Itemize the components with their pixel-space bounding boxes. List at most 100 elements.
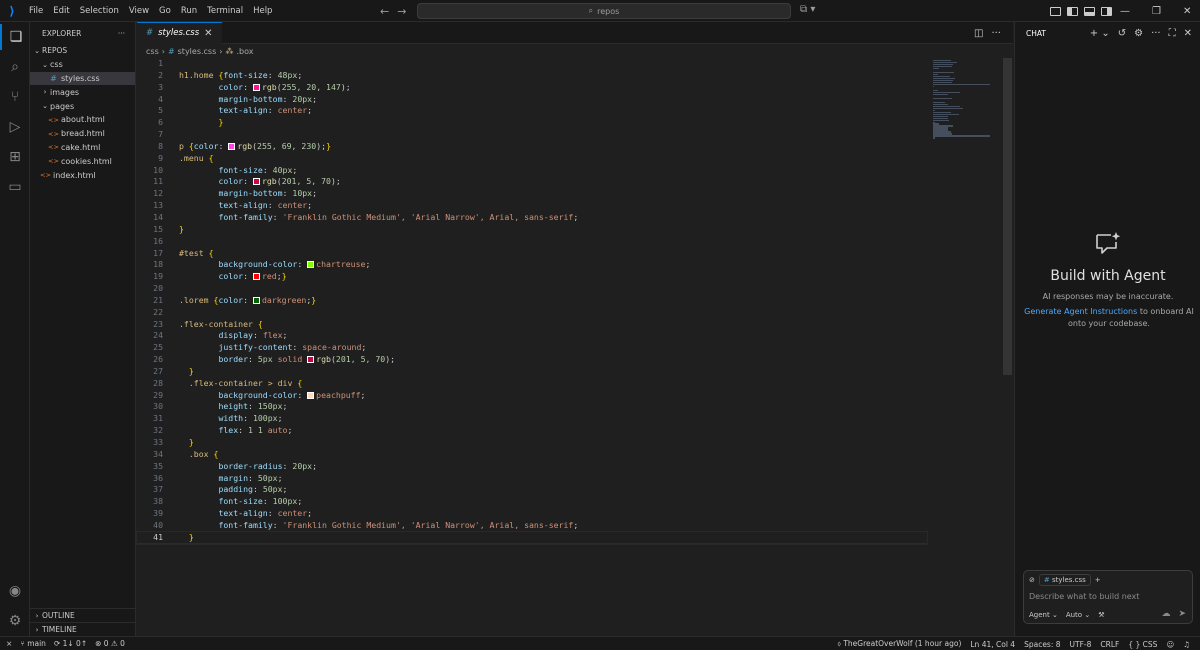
cursor-position[interactable]: Ln 41, Col 4: [970, 640, 1015, 649]
color-swatch-icon[interactable]: [252, 296, 260, 304]
chat-view-icon[interactable]: ▭: [0, 174, 30, 200]
code-line[interactable]: 39 text-align: center;: [137, 508, 927, 520]
extensions-icon[interactable]: ⊞: [0, 144, 30, 170]
close-tab-icon[interactable]: ✕: [204, 28, 212, 39]
context-file-chip[interactable]: # styles.css: [1038, 574, 1091, 586]
tree-file[interactable]: <> index.html: [30, 168, 135, 182]
copilot-menu-icon[interactable]: ⧉ ▾: [800, 4, 815, 15]
code-line[interactable]: 27 }: [137, 366, 927, 378]
code-line[interactable]: 26 border: 5px solid rgb(201, 5, 70);: [137, 354, 927, 366]
branch-item[interactable]: ⑂ main: [20, 639, 46, 648]
mode-select[interactable]: Agent ⌄: [1029, 611, 1058, 619]
outline-section[interactable]: › OUTLINE: [30, 608, 136, 622]
code-line[interactable]: 24 display: flex;: [137, 330, 927, 342]
tree-file[interactable]: <> cookies.html: [30, 154, 135, 168]
color-swatch-icon[interactable]: [307, 391, 315, 399]
tab-styles-css[interactable]: # styles.css ✕: [137, 21, 222, 44]
minimize-icon[interactable]: —: [1120, 6, 1130, 17]
maximize-icon[interactable]: ⛶: [1169, 28, 1176, 39]
command-center-search[interactable]: ⌕ repos: [417, 3, 791, 19]
back-arrow-icon[interactable]: ←: [380, 5, 389, 18]
code-line[interactable]: 25 justify-content: space-around;: [137, 342, 927, 354]
settings-icon[interactable]: ⚙: [1134, 28, 1143, 39]
code-line[interactable]: 21 .lorem {color: darkgreen;}: [137, 295, 927, 307]
code-line[interactable]: 31 width: 100px;: [137, 413, 927, 425]
remote-icon[interactable]: ⨯: [6, 639, 12, 648]
menu-terminal[interactable]: Terminal: [202, 0, 248, 22]
toggle-panel-icon[interactable]: [1084, 6, 1095, 16]
code-line[interactable]: 9 .menu {: [137, 153, 927, 165]
code-line[interactable]: 28 .flex-container > div {: [137, 378, 927, 390]
code-line[interactable]: 37 padding: 50px;: [137, 484, 927, 496]
code-line[interactable]: 34 .box {: [137, 449, 927, 461]
close-chat-icon[interactable]: ✕: [1184, 28, 1192, 39]
code-line[interactable]: 36 margin: 50px;: [137, 473, 927, 485]
model-select[interactable]: Auto ⌄: [1066, 611, 1090, 619]
code-line[interactable]: 5 text-align: center;: [137, 105, 927, 117]
editor-scrollbar[interactable]: [1003, 58, 1012, 375]
settings-gear-icon[interactable]: ⚙: [0, 608, 30, 634]
code-line[interactable]: 4 margin-bottom: 20px;: [137, 94, 927, 106]
delegate-icon[interactable]: ☁: [1161, 609, 1170, 619]
menu-edit[interactable]: Edit: [48, 0, 74, 22]
tree-file[interactable]: <> bread.html: [30, 127, 135, 141]
code-line[interactable]: 33 }: [137, 437, 927, 449]
code-line[interactable]: 2 h1.home {font-size: 48px;: [137, 70, 927, 82]
notifications-icon[interactable]: ♫: [1183, 640, 1190, 649]
timeline-section[interactable]: › TIMELINE: [30, 622, 136, 636]
code-line[interactable]: 3 color: rgb(255, 20, 147);: [137, 82, 927, 94]
color-swatch-icon[interactable]: [252, 178, 260, 186]
code-line[interactable]: 10 font-size: 40px;: [137, 165, 927, 177]
menu-help[interactable]: Help: [248, 0, 277, 22]
indentation[interactable]: Spaces: 8: [1024, 640, 1060, 649]
code-line[interactable]: 35 border-radius: 20px;: [137, 461, 927, 473]
color-swatch-icon[interactable]: [252, 83, 260, 91]
code-line[interactable]: 41 }: [136, 530, 928, 545]
code-line[interactable]: 32 flex: 1 1 auto;: [137, 425, 927, 437]
problems-item[interactable]: ⊗ 0 ⚠ 0: [95, 639, 125, 648]
code-line[interactable]: 15}: [137, 224, 927, 236]
blame-item[interactable]: ⬨ TheGreatOverWolf (1 hour ago): [838, 639, 962, 649]
code-line[interactable]: 13 text-align: center;: [137, 200, 927, 212]
tree-folder[interactable]: ⌄ pages: [30, 99, 135, 113]
close-window-icon[interactable]: ✕: [1183, 6, 1191, 17]
code-line[interactable]: 14 font-family: 'Franklin Gothic Medium'…: [137, 212, 927, 224]
add-context-icon[interactable]: +: [1095, 576, 1101, 584]
tree-folder[interactable]: › images: [30, 85, 135, 99]
sync-item[interactable]: ⟳ 1↓ 0↑: [54, 639, 87, 648]
code-line[interactable]: 16: [137, 236, 927, 248]
split-editor-icon[interactable]: ◫: [974, 28, 983, 39]
code-line[interactable]: 30 height: 150px;: [137, 401, 927, 413]
generate-instructions-link[interactable]: Generate Agent Instructions: [1024, 307, 1137, 316]
code-line[interactable]: 6 }: [137, 117, 927, 129]
code-line[interactable]: 20: [137, 283, 927, 295]
code-line[interactable]: 29 background-color: peachpuff;: [137, 390, 927, 402]
code-line[interactable]: 22: [137, 307, 927, 319]
breadcrumb-file[interactable]: styles.css: [178, 47, 217, 56]
color-swatch-icon[interactable]: [252, 273, 260, 281]
code-editor[interactable]: 1 2 h1.home {font-size: 48px; 3 color: rgb(…: [136, 58, 928, 545]
chat-more-icon[interactable]: ···: [1151, 28, 1161, 39]
breadcrumb-folder[interactable]: css: [146, 47, 159, 56]
tree-root[interactable]: ⌄ REPOS: [30, 44, 135, 58]
forward-arrow-icon[interactable]: →: [397, 5, 406, 18]
code-line[interactable]: 19 color: red;}: [137, 271, 927, 283]
restore-icon[interactable]: ❐: [1152, 6, 1161, 17]
run-debug-icon[interactable]: ▷: [0, 114, 30, 140]
source-control-icon[interactable]: ⑂: [0, 84, 30, 110]
code-line[interactable]: 23 .flex-container {: [137, 319, 927, 331]
toggle-primary-sidebar-icon[interactable]: [1067, 6, 1078, 16]
search-view-icon[interactable]: ⌕: [0, 54, 30, 80]
breadcrumb-symbol[interactable]: .box: [236, 47, 253, 56]
editor-more-icon[interactable]: ···: [991, 28, 1001, 39]
tree-file[interactable]: <> about.html: [30, 113, 135, 127]
minimap[interactable]: [933, 58, 1003, 139]
code-line[interactable]: 8p {color: rgb(255, 69, 230);}: [137, 141, 927, 153]
color-swatch-icon[interactable]: [228, 142, 236, 150]
code-line[interactable]: 17 #test {: [137, 248, 927, 260]
tree-file[interactable]: <> cake.html: [30, 141, 135, 155]
new-chat-icon[interactable]: + ⌄: [1090, 28, 1110, 39]
history-icon[interactable]: ↺: [1118, 28, 1126, 39]
copilot-status-icon[interactable]: ☺: [1166, 640, 1174, 649]
tree-folder[interactable]: ⌄ css: [30, 58, 135, 72]
